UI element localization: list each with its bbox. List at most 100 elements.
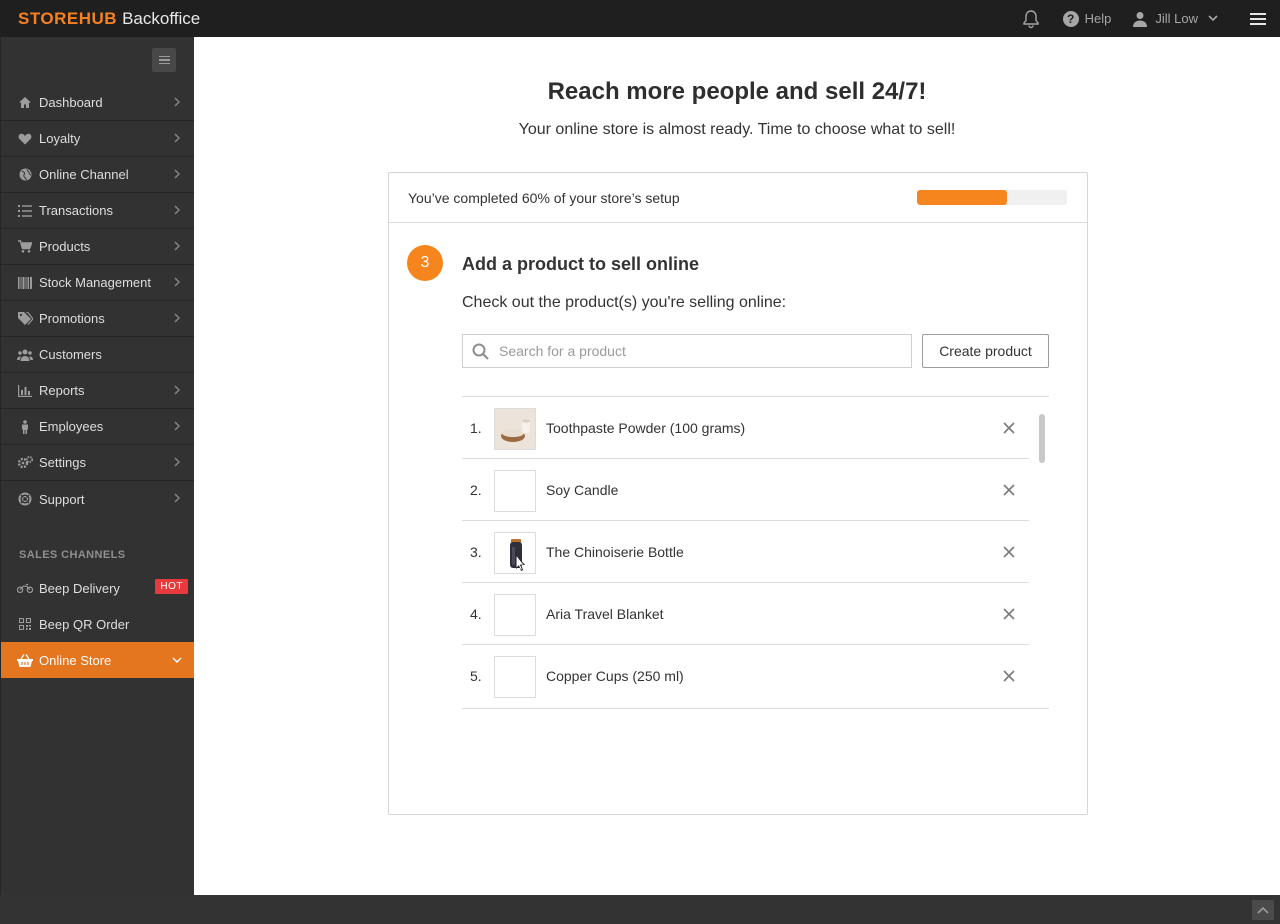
top-right-actions: ? Help Jill Low	[1021, 0, 1280, 37]
step-subtitle: Check out the product(s) you're selling …	[462, 294, 787, 311]
sidebar-item-promotions[interactable]: Promotions	[1, 301, 194, 337]
product-name: Aria Travel Blanket	[546, 605, 664, 622]
chevron-down-icon	[172, 657, 182, 663]
product-thumbnail[interactable]	[494, 656, 536, 698]
search-input[interactable]	[499, 343, 879, 359]
sidebar-item-label: Online Channel	[39, 167, 129, 182]
barcode-icon	[17, 275, 33, 291]
close-icon[interactable]	[1001, 668, 1017, 684]
bar-chart-icon	[17, 383, 33, 399]
product-search[interactable]	[462, 334, 912, 368]
sidebar-item-label: Settings	[39, 455, 86, 470]
product-name: Copper Cups (250 ml)	[546, 668, 684, 684]
gears-icon	[17, 455, 33, 471]
sidebar-toggle-button[interactable]	[152, 48, 176, 72]
person-icon	[17, 419, 33, 435]
page-title: Reach more people and sell 24/7!	[547, 78, 927, 105]
globe-icon	[17, 167, 33, 183]
sidebar-item-online-channel[interactable]: Online Channel	[1, 157, 194, 193]
sidebar-item-products[interactable]: Products	[1, 229, 194, 265]
sidebar-item-label: Transactions	[39, 203, 113, 218]
close-icon[interactable]	[1001, 544, 1017, 560]
sidebar-item-label: Products	[39, 239, 91, 254]
user-name: Jill Low	[1155, 11, 1198, 26]
sidebar-item-dashboard[interactable]: Dashboard	[1, 85, 194, 121]
sidebar-item-label: Promotions	[39, 311, 105, 326]
sidebar-item-label: Stock Management	[39, 275, 152, 290]
page-subtitle: Your online store is almost ready. Time …	[518, 121, 956, 138]
tags-icon	[17, 311, 33, 327]
product-thumbnail[interactable]	[494, 470, 536, 512]
top-bar: STOREHUB Backoffice ? Help Jill Low	[0, 0, 1280, 37]
product-name: Soy Candle	[546, 481, 619, 498]
chevron-right-icon	[174, 457, 180, 467]
heart-icon	[17, 131, 33, 147]
question-circle-icon: ?	[1062, 10, 1079, 27]
setup-progress: You’ve completed 60% of your store’s set…	[389, 173, 1087, 223]
sidebar-item-support[interactable]: Support	[1, 481, 194, 517]
brand[interactable]: STOREHUB Backoffice	[18, 9, 200, 29]
close-icon[interactable]	[1001, 482, 1017, 498]
main-content: Reach more people and sell 24/7! Your on…	[194, 37, 1280, 895]
sidebar-item-settings[interactable]: Settings	[1, 445, 194, 481]
step-title: Add a product to sell online	[462, 254, 700, 274]
list-item: 3. The Chinoiserie Bottle	[462, 521, 1029, 583]
progress-bar	[917, 190, 1067, 205]
sidebar-item-label: Loyalty	[39, 131, 81, 146]
bell-icon[interactable]	[1021, 9, 1041, 29]
cart-icon	[17, 239, 33, 255]
sidebar-item-online-store[interactable]: Online Store	[1, 642, 194, 678]
footer	[0, 895, 1280, 924]
chevron-down-icon	[1208, 15, 1218, 22]
sidebar-item-loyalty[interactable]: Loyalty	[1, 121, 194, 157]
setup-card: You’ve completed 60% of your store’s set…	[388, 172, 1088, 815]
step-number-badge: 3	[407, 245, 443, 281]
product-thumbnail[interactable]	[494, 408, 536, 450]
item-number: 2.	[470, 481, 482, 498]
lifebuoy-icon	[17, 491, 33, 507]
chevron-right-icon	[174, 97, 180, 107]
scroll-to-top-button[interactable]	[1252, 900, 1274, 920]
sidebar-item-label: Beep Delivery	[39, 580, 120, 596]
menu-icon[interactable]	[1250, 12, 1266, 25]
sidebar-item-employees[interactable]: Employees	[1, 409, 194, 445]
sidebar-item-beep-qr-order[interactable]: Beep QR Order	[1, 606, 194, 642]
sidebar-item-customers[interactable]: Customers	[1, 337, 194, 373]
item-number: 1.	[470, 419, 482, 436]
user-menu[interactable]: Jill Low	[1133, 11, 1226, 27]
sidebar-item-transactions[interactable]: Transactions	[1, 193, 194, 229]
item-number: 5.	[470, 668, 482, 684]
sales-channels-heading: SALES CHANNELS	[19, 549, 126, 561]
sidebar-item-reports[interactable]: Reports	[1, 373, 194, 409]
close-icon[interactable]	[1001, 420, 1017, 436]
sidebar-item-label: Dashboard	[39, 95, 103, 110]
sidebar: Dashboard Loyalty Online Channel Transac…	[0, 37, 194, 895]
chevron-right-icon	[174, 169, 180, 179]
product-thumbnail[interactable]	[494, 594, 536, 636]
brand-logo: STOREHUB	[18, 8, 118, 28]
create-product-button[interactable]: Create product	[922, 334, 1049, 368]
item-number: 3.	[470, 543, 482, 560]
help-link[interactable]: ? Help	[1062, 10, 1112, 27]
close-icon[interactable]	[1001, 606, 1017, 622]
list-item: 2. Soy Candle	[462, 459, 1029, 521]
list-item: 4. Aria Travel Blanket	[462, 583, 1029, 645]
sidebar-item-beep-delivery[interactable]: Beep Delivery HOT	[1, 570, 194, 606]
chevron-right-icon	[174, 241, 180, 251]
sales-channels-nav: Beep Delivery HOT Beep QR Order Online S…	[1, 570, 194, 678]
chevron-right-icon	[174, 277, 180, 287]
chevron-right-icon	[174, 493, 180, 503]
hot-badge: HOT	[155, 579, 188, 594]
sidebar-item-stock-management[interactable]: Stock Management	[1, 265, 194, 301]
help-label: Help	[1084, 11, 1112, 26]
product-thumbnail[interactable]	[494, 532, 536, 574]
qr-code-icon	[17, 616, 33, 632]
sidebar-nav: Dashboard Loyalty Online Channel Transac…	[1, 85, 194, 517]
sidebar-item-label: Support	[39, 491, 85, 507]
list-scrollbar[interactable]	[1039, 414, 1045, 463]
chevron-right-icon	[174, 313, 180, 323]
sidebar-item-label: Customers	[39, 347, 102, 362]
user-icon	[1133, 11, 1148, 27]
chevron-right-icon	[174, 421, 180, 431]
sidebar-item-label: Employees	[39, 419, 104, 434]
